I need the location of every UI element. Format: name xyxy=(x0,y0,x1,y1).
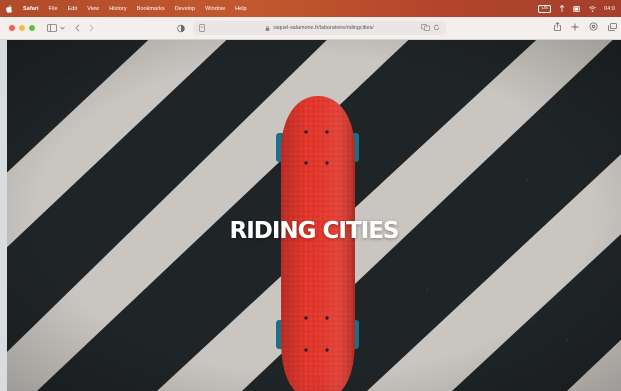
address-bar[interactable]: raquel-salamone.fr/laboratoire/ridingcit… xyxy=(193,21,446,35)
forward-button-icon[interactable] xyxy=(89,24,94,32)
toolbar-actions xyxy=(544,22,617,31)
tab-overview-icon[interactable] xyxy=(608,22,617,31)
window-controls xyxy=(9,25,39,31)
menu-history[interactable]: History xyxy=(109,6,126,12)
address-bar-actions xyxy=(418,24,440,31)
privacy-shield-icon[interactable] xyxy=(177,24,185,33)
menu-window[interactable]: Window xyxy=(205,6,225,12)
pin-icon[interactable] xyxy=(559,5,565,12)
menu-bar-status: US 04:0 xyxy=(530,4,615,13)
back-button-icon[interactable] xyxy=(75,24,80,32)
menu-develop[interactable]: Develop xyxy=(175,6,196,12)
close-window-button[interactable] xyxy=(9,25,15,31)
menu-help[interactable]: Help xyxy=(235,6,247,12)
extensions-gear-icon[interactable] xyxy=(589,22,598,31)
menu-bar: Safari File Edit View History Bookmarks … xyxy=(0,0,621,17)
menu-edit[interactable]: Edit xyxy=(68,6,78,12)
page-menu-icon[interactable] xyxy=(199,24,205,32)
browser-window: Safari File Edit View History Bookmarks … xyxy=(0,0,621,391)
menu-safari[interactable]: Safari xyxy=(23,6,39,12)
reload-icon[interactable] xyxy=(433,24,440,31)
menu-bar-clock[interactable]: 04:0 xyxy=(604,6,615,12)
lock-icon xyxy=(266,25,270,31)
url-text: raquel-salamone.fr/laboratoire/ridingcit… xyxy=(273,25,374,31)
sidebar-toggle-icon[interactable] xyxy=(47,24,57,32)
input-source-badge[interactable]: US xyxy=(538,4,552,13)
apple-icon[interactable] xyxy=(6,4,13,13)
battery-icon[interactable] xyxy=(573,5,581,12)
new-tab-icon[interactable] xyxy=(571,23,579,31)
hero-section: RIDING CITIES xyxy=(7,40,621,391)
menu-view[interactable]: View xyxy=(87,6,99,12)
hero-title: RIDING CITIES xyxy=(229,218,399,244)
menu-file[interactable]: File xyxy=(49,6,58,12)
share-icon[interactable] xyxy=(554,22,561,31)
zoom-window-button[interactable] xyxy=(29,25,35,31)
chevron-down-icon[interactable] xyxy=(60,26,65,30)
minimize-window-button[interactable] xyxy=(19,25,25,31)
translate-icon[interactable] xyxy=(421,24,430,31)
menu-bookmarks[interactable]: Bookmarks xyxy=(137,6,165,12)
hero-image xyxy=(7,40,621,391)
safari-toolbar: raquel-salamone.fr/laboratoire/ridingcit… xyxy=(0,17,621,40)
wifi-icon[interactable] xyxy=(589,5,596,12)
